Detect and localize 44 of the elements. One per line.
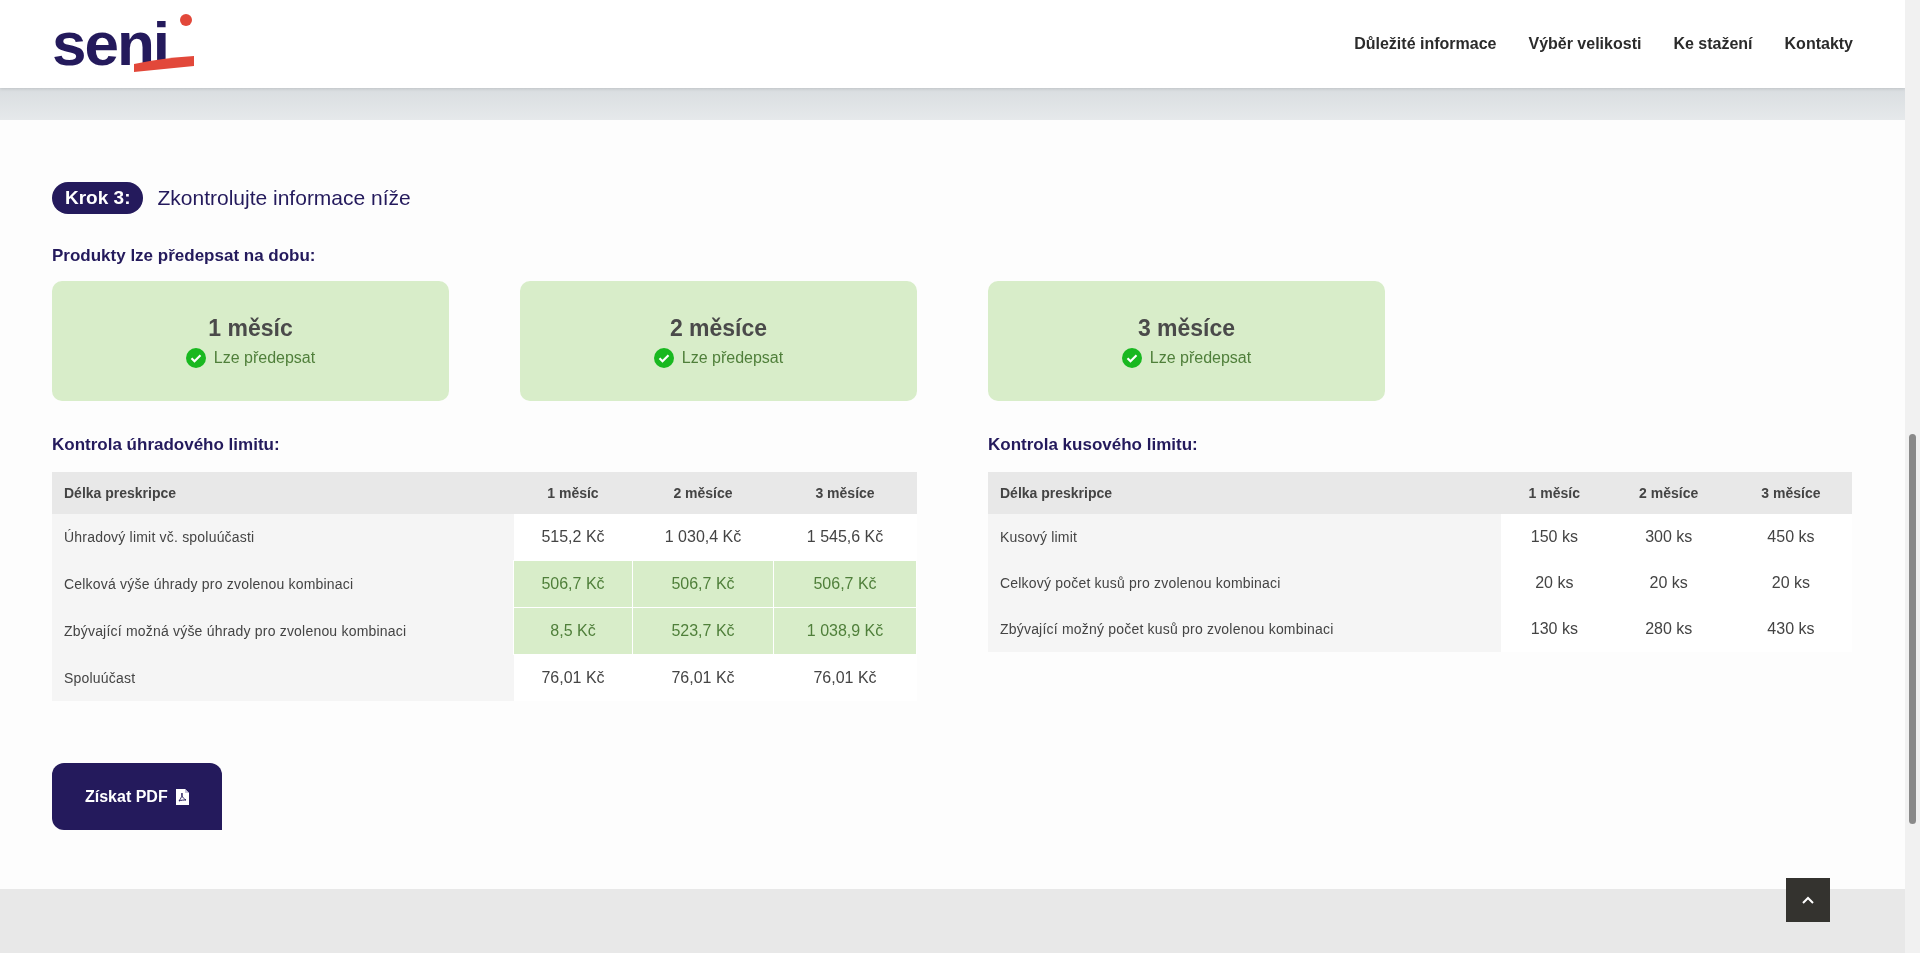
row-label: Celkový počet kusů pro zvolenou kombinaci xyxy=(988,560,1501,606)
column-header: 3 měsíce xyxy=(773,472,917,514)
table-cell: 515,2 Kč xyxy=(513,514,633,561)
column-header: Délka preskripce xyxy=(52,472,514,514)
status-text: Lze předepsat xyxy=(681,348,784,367)
table-cell: 506,7 Kč xyxy=(773,560,917,608)
step-title: Zkontrolujte informace níže xyxy=(157,186,411,210)
period-label: 2 měsíce xyxy=(669,314,768,342)
period-label: 1 měsíc xyxy=(208,314,293,342)
table-cell: 1 038,9 Kč xyxy=(773,607,917,655)
column-header: 3 měsíce xyxy=(1729,472,1852,514)
nav-link[interactable]: Důležité informace xyxy=(1354,35,1497,53)
period-label: 3 měsíce xyxy=(1137,314,1236,342)
row-label: Úhradový limit vč. spoluúčasti xyxy=(52,514,514,561)
column-header: Délka preskripce xyxy=(988,472,1501,514)
column-header: 1 měsíc xyxy=(1501,472,1608,514)
nav-link[interactable]: Ke stažení xyxy=(1673,35,1753,53)
pdf-button[interactable]: Získat PDF xyxy=(52,763,222,830)
table-cell: 523,7 Kč xyxy=(632,607,774,655)
status-text: Lze předepsat xyxy=(1149,348,1252,367)
nav-link[interactable]: Výběr velikosti xyxy=(1528,35,1642,53)
table-cell: 76,01 Kč xyxy=(513,654,633,701)
file-icon xyxy=(175,788,189,805)
logo-text[interactable]: seni xyxy=(52,14,169,74)
column-header: 2 měsíce xyxy=(1607,472,1730,514)
row-label: Kusový limit xyxy=(988,514,1501,560)
status-text: Lze předepsat xyxy=(213,348,316,367)
table-cell: 506,7 Kč xyxy=(513,560,633,608)
section-heading: Produkty lze předepsat na dobu: xyxy=(52,246,317,266)
table-cell: 8,5 Kč xyxy=(513,607,633,655)
column-header: 2 měsíce xyxy=(632,472,774,514)
step-badge: Krok 3: xyxy=(52,182,144,214)
row-label: Zbývající možná výše úhrady pro zvolenou kombinaci xyxy=(52,607,514,655)
table-cell: 150 ks xyxy=(1501,514,1608,560)
table-title: Kontrola kusového limitu: xyxy=(988,435,1199,455)
row-label: Spoluúčast xyxy=(52,654,514,701)
row-label: Zbývající možný počet kusů pro zvolenou kombinaci xyxy=(988,606,1501,652)
column-header: 1 měsíc xyxy=(513,472,633,514)
table-title: Kontrola úhradového limitu: xyxy=(52,435,281,455)
row-label: Celková výše úhrady pro zvolenou kombinaci xyxy=(52,560,514,608)
chevron-up-icon xyxy=(1801,895,1815,905)
table-cell: 506,7 Kč xyxy=(632,560,774,608)
scrollbar[interactable] xyxy=(1905,0,1920,953)
nav-link[interactable]: Kontakty xyxy=(1784,35,1853,53)
